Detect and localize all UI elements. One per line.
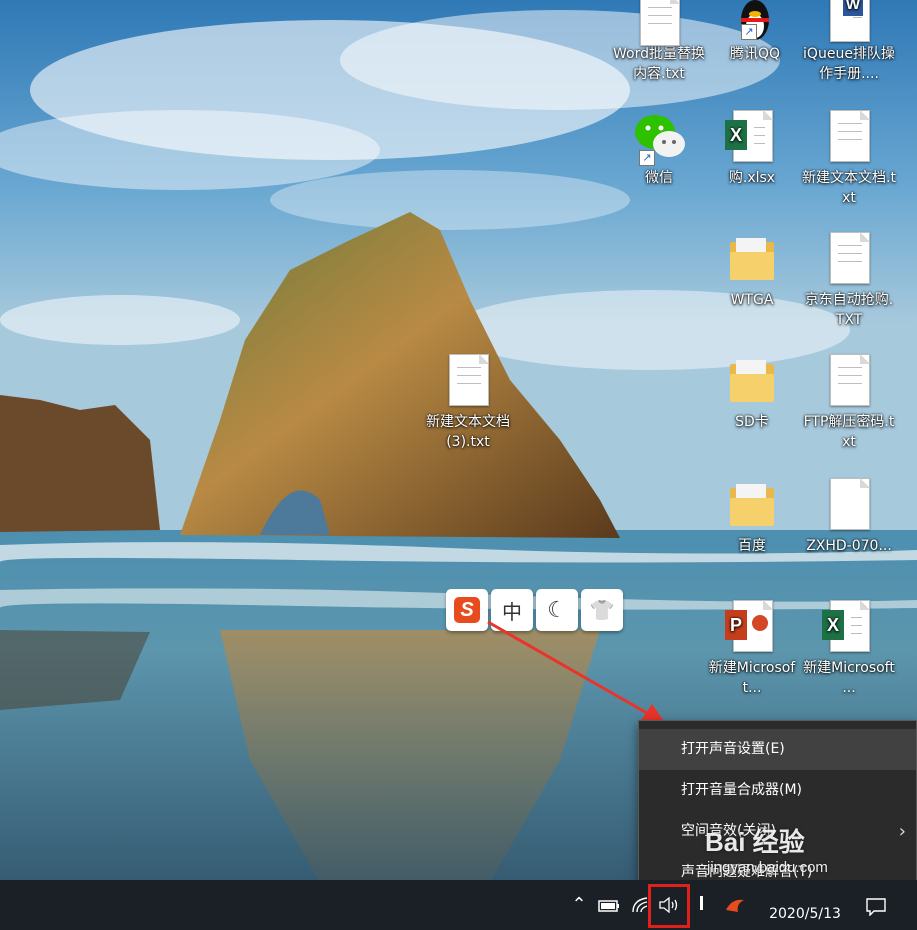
text-document-icon — [449, 354, 489, 406]
text-document-icon — [830, 232, 870, 284]
desktop-icon-gou-xlsx[interactable]: X 购.xlsx — [704, 108, 800, 188]
desktop-icon-label: 新建文本文档(3).txt — [426, 414, 510, 450]
menu-item-label: 声音问题疑难解答(T) — [681, 864, 813, 880]
menu-item-open-volume-mixer[interactable]: 打开音量合成器(M) — [639, 770, 916, 811]
text-document-icon — [640, 0, 680, 46]
shortcut-arrow-icon: ↗ — [639, 150, 655, 166]
desktop-icon-label: 购.xlsx — [728, 170, 776, 186]
desktop-icon-jd-auto-buy[interactable]: 京东自动抢购.TXT — [801, 230, 897, 330]
sogou-logo-button[interactable]: S — [446, 589, 488, 631]
chevron-right-icon: › — [898, 821, 906, 842]
menu-item-spatial-sound[interactable]: 空间音效(关闭) › — [639, 811, 916, 852]
menu-item-label: 打开音量合成器(M) — [681, 782, 803, 798]
menu-item-open-sound-settings[interactable]: 打开声音设置(E) — [639, 729, 916, 770]
desktop-icon-label: 新建Microsoft... — [708, 660, 796, 696]
desktop-icon-label: iQueue排队操作手册.... — [803, 46, 895, 82]
desktop: Word批量替换内容.txt ↗ 腾讯QQ W iQueue排队操作手册.... — [0, 0, 917, 930]
desktop-icon-label: FTP解压密码.txt — [803, 414, 895, 450]
taskbar: ⌃ 2020/5/13 — [0, 880, 917, 930]
chinese-mode-icon: 中 — [502, 599, 522, 624]
desktop-icon-label: 腾讯QQ — [729, 46, 781, 62]
desktop-icon-label: 百度 — [738, 538, 766, 554]
desktop-icon-label: 京东自动抢购.TXT — [804, 292, 894, 328]
folder-icon — [730, 238, 774, 280]
folder-icon — [730, 484, 774, 526]
desktop-icon-tencent-qq[interactable]: ↗ 腾讯QQ — [707, 0, 803, 64]
pen-workspace-icon[interactable] — [695, 896, 709, 914]
desktop-icon-label: SD卡 — [735, 414, 769, 430]
action-center-icon[interactable] — [866, 898, 886, 916]
punctuation-moon-button[interactable]: ☾ — [536, 589, 578, 631]
desktop-icon-label: 微信 — [645, 170, 673, 186]
desktop-icon-sd-card[interactable]: SD卡 — [704, 352, 800, 432]
sogou-logo-icon: S — [454, 597, 480, 623]
desktop-icon-word-batch-replace-txt[interactable]: Word批量替换内容.txt — [611, 0, 707, 84]
battery-icon[interactable] — [598, 900, 620, 912]
moon-icon: ☾ — [547, 597, 567, 623]
shortcut-arrow-icon: ↗ — [741, 24, 757, 40]
desktop-icon-zxhd[interactable]: ZXHD-070... — [801, 476, 897, 556]
menu-item-label: 空间音效(关闭) — [681, 823, 776, 839]
text-document-icon — [830, 110, 870, 162]
desktop-icon-label: ZXHD-070... — [806, 538, 892, 554]
tray-overflow-chevron-icon[interactable]: ⌃ — [568, 894, 590, 915]
chinese-mode-button[interactable]: 中 — [491, 589, 533, 631]
menu-item-label: 打开声音设置(E) — [681, 741, 785, 757]
desktop-icon-label: 新建Microsoft ... — [803, 660, 895, 696]
text-document-icon — [830, 354, 870, 406]
desktop-icon-baidu[interactable]: 百度 — [704, 476, 800, 556]
desktop-icon-new-text-doc[interactable]: 新建文本文档.txt — [801, 108, 897, 208]
clock-date[interactable]: 2020/5/13 — [760, 906, 850, 922]
sogou-tray-icon[interactable] — [724, 896, 746, 914]
desktop-icon-label: 新建文本文档.txt — [802, 170, 896, 206]
blank-file-icon — [830, 478, 870, 530]
desktop-icon-label: WTGA — [730, 292, 774, 308]
folder-icon — [730, 360, 774, 402]
annotation-highlight-box — [648, 884, 690, 928]
desktop-icon-wtga[interactable]: WTGA — [704, 230, 800, 310]
ime-toolbar: S 中 ☾ 👕 — [446, 589, 623, 631]
desktop-icon-new-excel[interactable]: X 新建Microsoft ... — [801, 598, 897, 698]
desktop-icon-new-text-doc-3[interactable]: 新建文本文档(3).txt — [420, 352, 516, 452]
shirt-icon: 👕 — [589, 598, 615, 622]
desktop-icon-wechat[interactable]: ↗ 微信 — [611, 108, 707, 188]
desktop-icon-ftp-password[interactable]: FTP解压密码.txt — [801, 352, 897, 452]
desktop-icon-ique-manual[interactable]: W iQueue排队操作手册.... — [801, 0, 897, 84]
volume-context-menu: 打开声音设置(E) 打开音量合成器(M) 空间音效(关闭) › 声音问题疑难解答… — [638, 720, 917, 902]
skin-button[interactable]: 👕 — [581, 589, 623, 631]
desktop-icon-new-ppt[interactable]: P 新建Microsoft... — [704, 598, 800, 698]
